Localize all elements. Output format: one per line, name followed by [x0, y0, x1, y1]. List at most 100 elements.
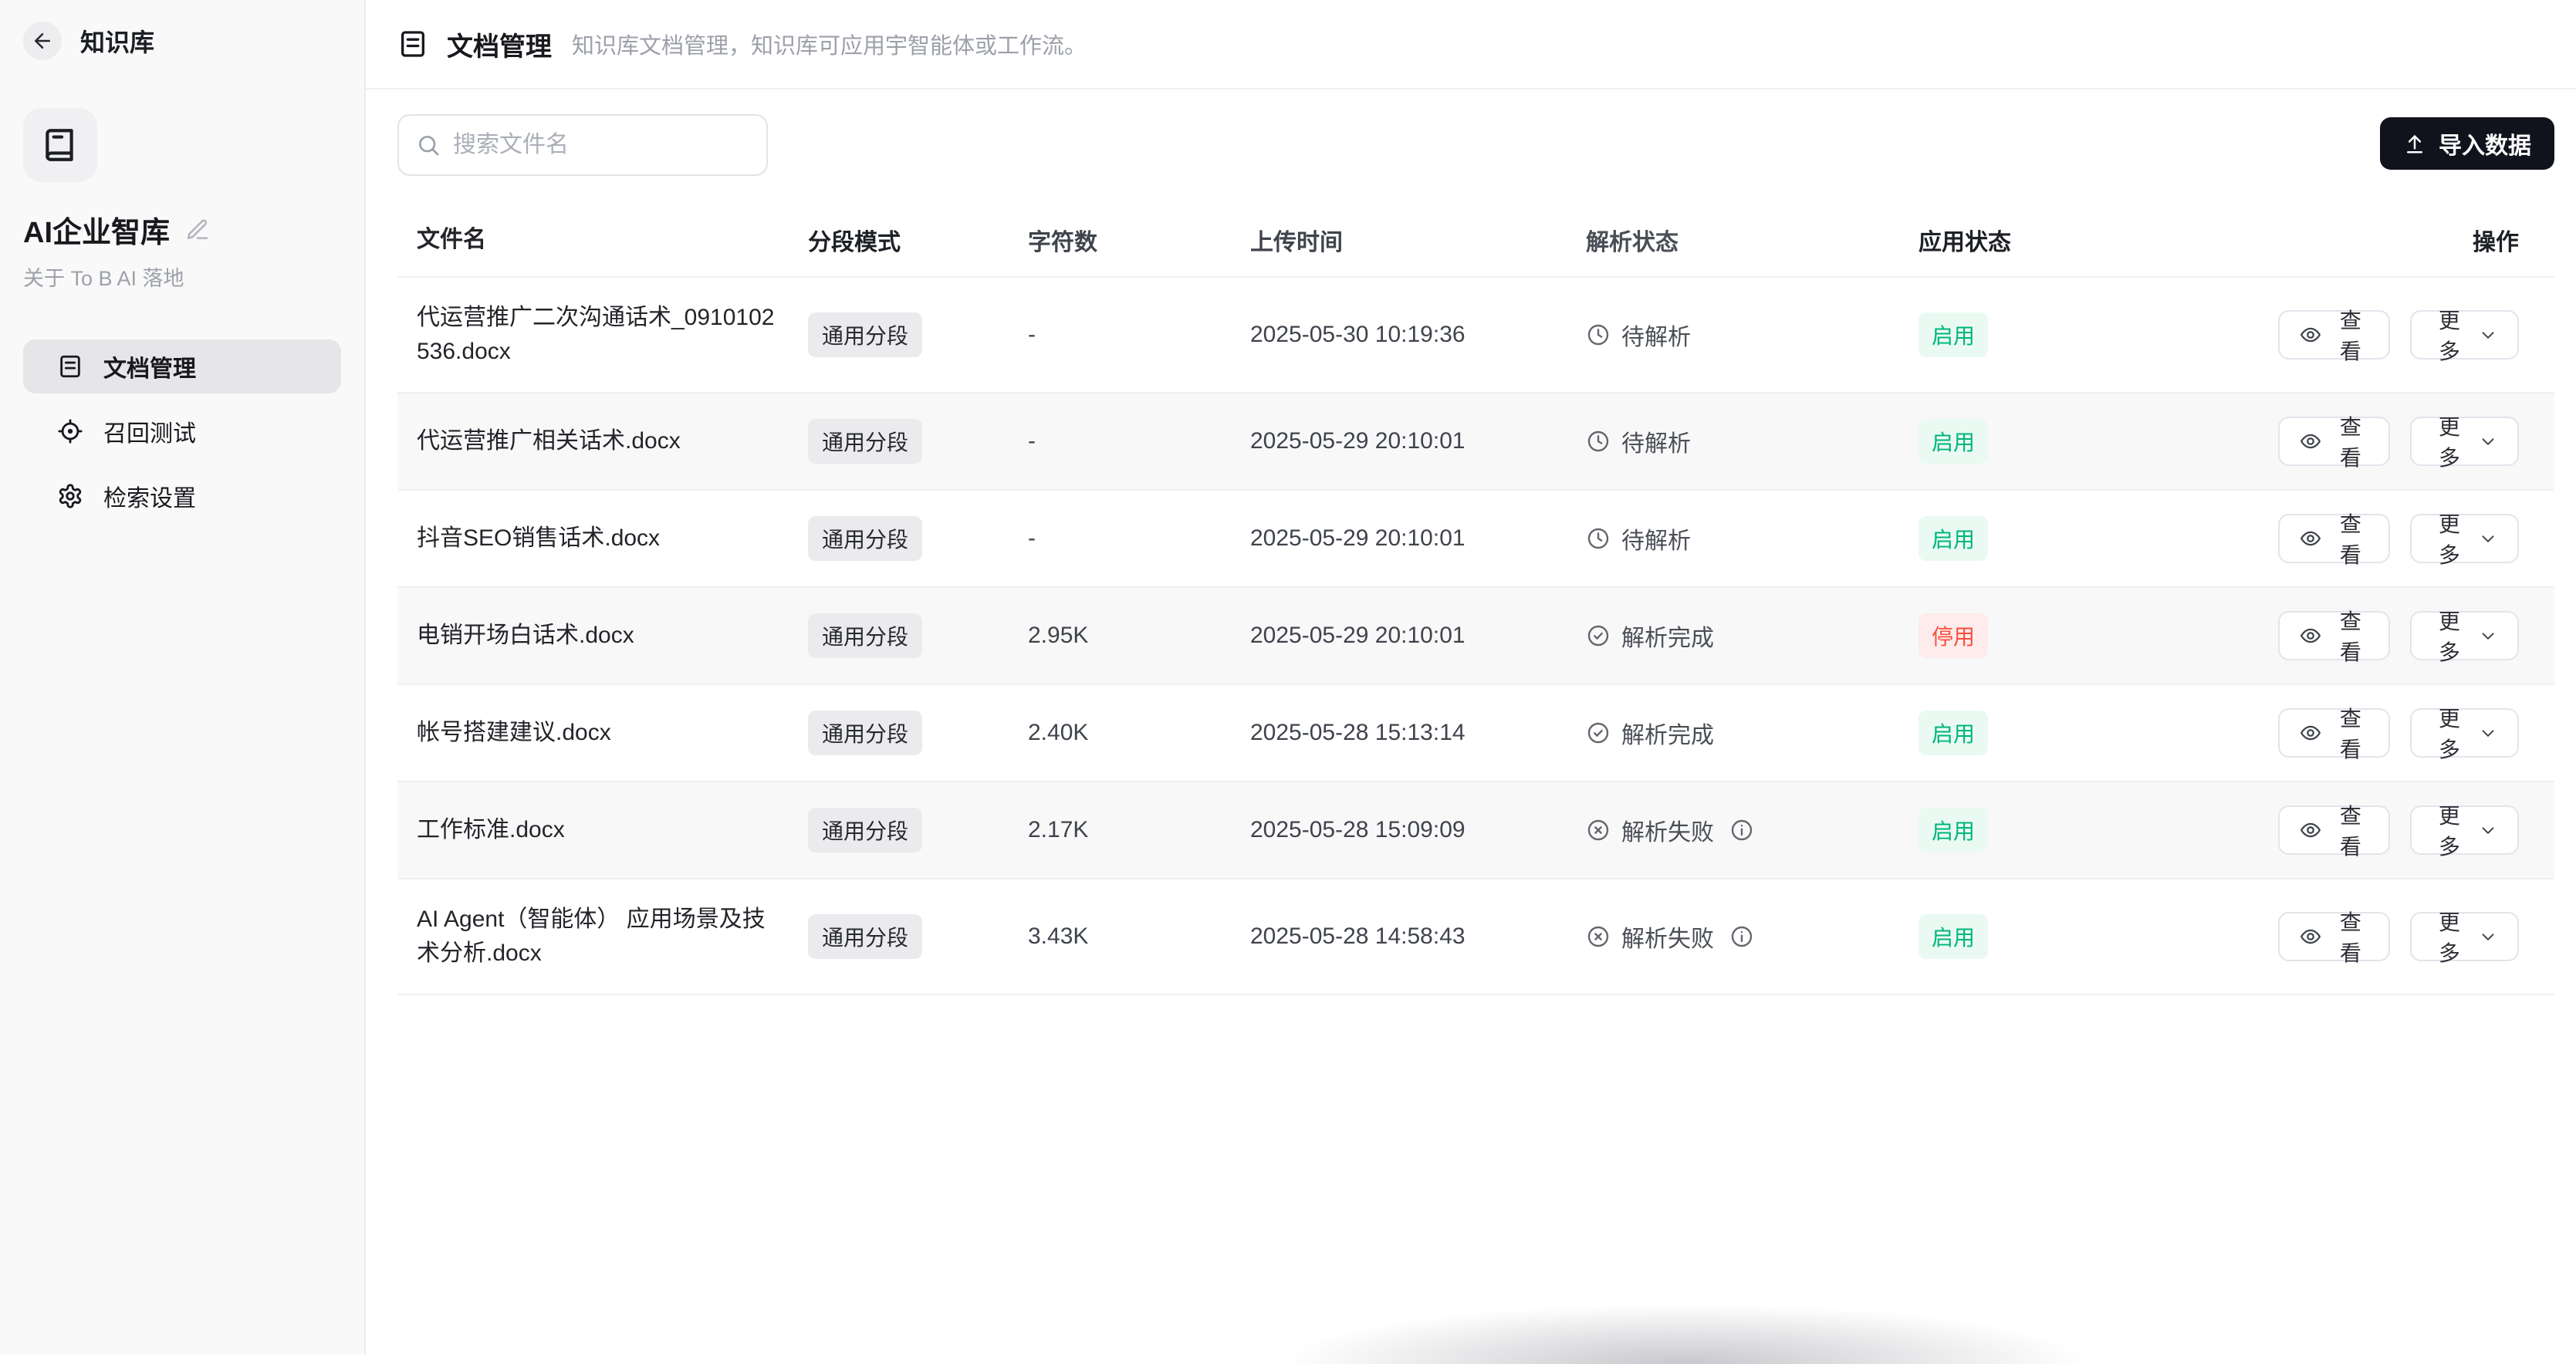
chevron-down-icon: [2478, 927, 2498, 947]
view-button[interactable]: 查看: [2278, 310, 2390, 360]
back-button[interactable]: [23, 22, 62, 60]
file-name-cell: 抖音SEO销售话术.docx: [397, 522, 808, 555]
more-button[interactable]: 更多: [2410, 310, 2519, 360]
page-header: 文档管理 知识库文档管理，知识库可应用宇智能体或工作流。: [366, 0, 2576, 89]
page-title: 文档管理: [447, 25, 552, 63]
app-status-badge: 启用: [1918, 711, 1988, 755]
parse-status-cell: 解析失败: [1586, 920, 1918, 954]
segment-mode-badge: 通用分段: [808, 808, 922, 852]
clock-icon: [1586, 429, 1611, 454]
file-name-cell: 电销开场白话术.docx: [397, 619, 808, 653]
clock-icon: [1586, 322, 1611, 347]
sidebar-item-label: 召回测试: [103, 414, 196, 448]
upload-time-cell: 2025-05-30 10:19:36: [1250, 322, 1586, 348]
more-button[interactable]: 更多: [2410, 514, 2519, 563]
column-header-char-count: 字符数: [1028, 223, 1250, 257]
parse-status-cell: 解析完成: [1586, 619, 1918, 653]
char-count-cell: 2.95K: [1028, 623, 1250, 649]
view-button[interactable]: 查看: [2278, 417, 2390, 466]
document-icon: [397, 29, 428, 59]
upload-time-cell: 2025-05-28 14:58:43: [1250, 923, 1586, 950]
char-count-cell: 3.43K: [1028, 923, 1250, 950]
view-button-label: 查看: [2332, 410, 2369, 472]
actions-cell: 查看 更多: [2278, 708, 2554, 758]
eye-icon: [2299, 624, 2322, 647]
table-row: 工作标准.docx 通用分段 2.17K 2025-05-28 15:09:09…: [397, 782, 2554, 880]
column-header-parse-status: 解析状态: [1586, 223, 1918, 257]
info-icon[interactable]: [1729, 924, 1754, 949]
view-button[interactable]: 查看: [2278, 912, 2390, 961]
view-button[interactable]: 查看: [2278, 805, 2390, 855]
chevron-down-icon: [2478, 431, 2498, 451]
table-body: 代运营推广二次沟通话术_0910102536.docx 通用分段 - 2025-…: [397, 278, 2554, 995]
x-circle-icon: [1586, 818, 1611, 842]
search-box: [397, 114, 768, 176]
app-status-badge: 启用: [1918, 914, 1988, 959]
char-count-cell: 2.17K: [1028, 817, 1250, 843]
more-button[interactable]: 更多: [2410, 611, 2519, 660]
char-count-cell: 2.40K: [1028, 720, 1250, 746]
documents-table: 文件名 分段模式 字符数 上传时间 解析状态 应用状态 操作 代运营推广二次沟通…: [397, 204, 2554, 995]
import-data-button[interactable]: 导入数据: [2380, 117, 2554, 170]
upload-time-cell: 2025-05-28 15:13:14: [1250, 720, 1586, 746]
more-button[interactable]: 更多: [2410, 708, 2519, 758]
char-count-cell: -: [1028, 525, 1250, 552]
column-header-filename: 文件名: [397, 223, 808, 257]
sidebar-item-label: 文档管理: [103, 349, 196, 383]
segment-mode-badge: 通用分段: [808, 613, 922, 658]
search-input[interactable]: [453, 132, 749, 158]
parse-status-cell: 解析失败: [1586, 813, 1918, 847]
view-button[interactable]: 查看: [2278, 611, 2390, 660]
page-description: 知识库文档管理，知识库可应用宇智能体或工作流。: [572, 28, 1087, 60]
actions-cell: 查看 更多: [2278, 310, 2554, 360]
chevron-down-icon: [2478, 820, 2498, 840]
view-button[interactable]: 查看: [2278, 708, 2390, 758]
search-icon: [416, 133, 441, 157]
edit-pencil-icon[interactable]: [185, 218, 210, 242]
view-button[interactable]: 查看: [2278, 514, 2390, 563]
parse-status-label: 解析完成: [1621, 619, 1714, 653]
sidebar-item-retrieval-settings[interactable]: 检索设置: [23, 469, 341, 523]
check-circle-icon: [1586, 721, 1611, 745]
view-button-label: 查看: [2332, 304, 2369, 366]
actions-cell: 查看 更多: [2278, 611, 2554, 660]
table-row: 抖音SEO销售话术.docx 通用分段 - 2025-05-29 20:10:0…: [397, 491, 2554, 588]
bottom-shadow: [1176, 1271, 2195, 1364]
info-icon[interactable]: [1729, 818, 1754, 842]
chevron-down-icon: [2478, 528, 2498, 549]
table-row: 帐号搭建建议.docx 通用分段 2.40K 2025-05-28 15:13:…: [397, 685, 2554, 782]
more-button-label: 更多: [2431, 702, 2468, 764]
more-button-label: 更多: [2431, 410, 2468, 472]
target-icon: [57, 418, 83, 444]
column-header-segment-mode: 分段模式: [808, 223, 1028, 257]
app-status-badge: 启用: [1918, 808, 1988, 852]
actions-cell: 查看 更多: [2278, 805, 2554, 855]
parse-status-label: 解析失败: [1621, 920, 1714, 954]
upload-time-cell: 2025-05-29 20:10:01: [1250, 623, 1586, 649]
parse-status-label: 解析失败: [1621, 813, 1714, 847]
view-button-label: 查看: [2332, 605, 2369, 667]
parse-status-label: 待解析: [1621, 522, 1691, 555]
view-button-label: 查看: [2332, 799, 2369, 861]
column-header-app-status: 应用状态: [1918, 223, 2278, 257]
more-button-label: 更多: [2431, 906, 2468, 967]
kb-title: AI企业智库: [23, 208, 170, 251]
arrow-left-icon: [31, 29, 54, 52]
file-name-cell: 帐号搭建建议.docx: [397, 716, 808, 750]
chevron-down-icon: [2478, 325, 2498, 345]
document-icon: [57, 353, 83, 380]
more-button[interactable]: 更多: [2410, 912, 2519, 961]
sidebar-item-recall-test[interactable]: 召回测试: [23, 404, 341, 458]
parse-status-cell: 待解析: [1586, 424, 1918, 458]
more-button[interactable]: 更多: [2410, 417, 2519, 466]
segment-mode-badge: 通用分段: [808, 711, 922, 755]
more-button[interactable]: 更多: [2410, 805, 2519, 855]
main-content: 文档管理 知识库文档管理，知识库可应用宇智能体或工作流。 导入数据 文件名 分段…: [366, 0, 2576, 1355]
eye-icon: [2299, 430, 2322, 453]
app-status-badge: 启用: [1918, 312, 1988, 357]
segment-mode-badge: 通用分段: [808, 312, 922, 357]
more-button-label: 更多: [2431, 508, 2468, 569]
gear-icon: [57, 483, 83, 509]
sidebar-item-document-management[interactable]: 文档管理: [23, 339, 341, 393]
app-status-badge: 停用: [1918, 613, 1988, 658]
